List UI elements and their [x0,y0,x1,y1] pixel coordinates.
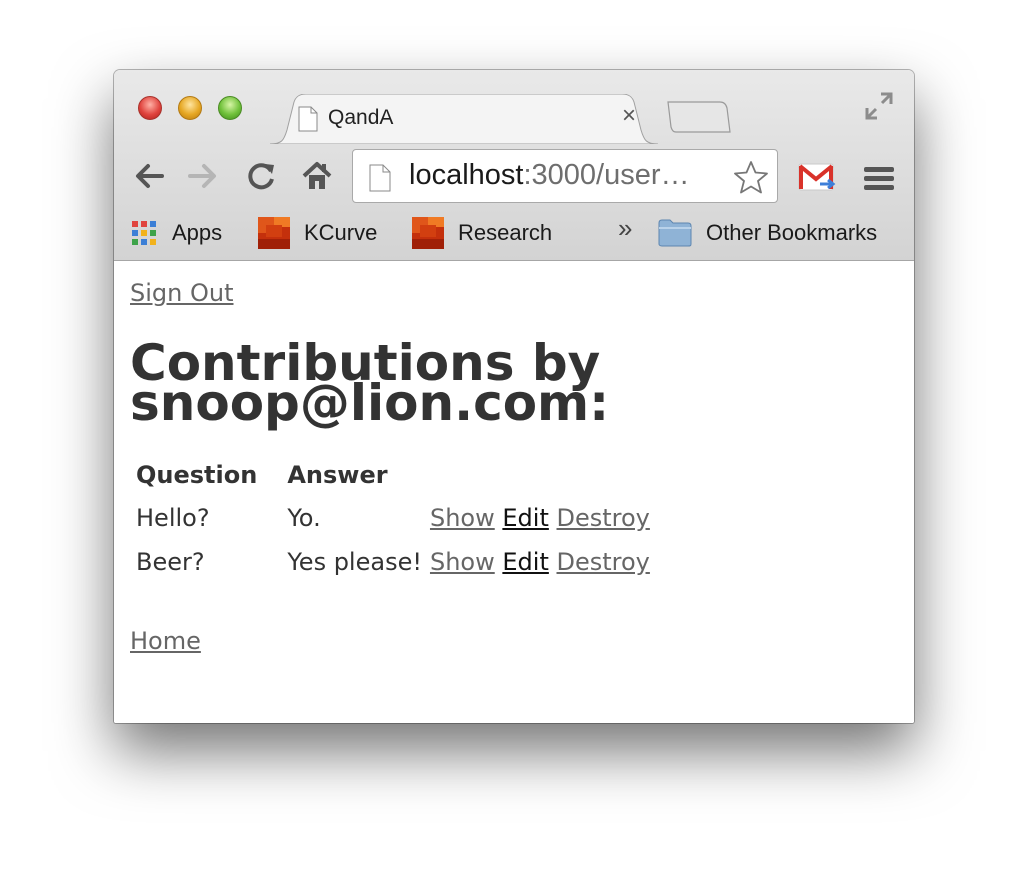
page-icon [369,164,391,192]
column-header-question: Question [136,461,258,489]
table-header-row: Question Answer [136,461,652,503]
folder-icon [658,219,692,247]
apps-grid-icon [132,221,156,245]
browser-window: QandA × localhost:3000/user… Apps KCurve… [114,70,914,723]
column-header-answer: Answer [287,461,388,489]
url-path: :3000/user… [523,159,690,191]
destroy-link[interactable]: Destroy [557,548,650,576]
answer-cell: Yo. [287,504,321,532]
contributions-table: Question Answer Hello? Yo. Show Edit Des… [130,461,658,591]
tab-qanda[interactable]: QandA × [270,94,658,144]
question-cell: Hello? [136,504,210,532]
url-text: localhost:3000/user… [409,159,690,192]
back-icon[interactable] [132,159,166,193]
table-row: Hello? Yo. Show Edit Destroy [136,503,652,547]
menu-icon[interactable] [862,165,896,193]
bookmarks-overflow-chevron[interactable]: » [618,213,632,244]
show-link[interactable]: Show [430,504,495,532]
bookmark-label: Apps [172,220,223,245]
bookmark-label: KCurve [304,220,378,245]
edit-link[interactable]: Edit [502,548,548,576]
browser-toolbar: localhost:3000/user… [114,143,914,207]
bookmarks-bar: Apps KCurve Research » Other Bookmarks [114,207,914,260]
answer-cell: Yes please! [287,548,422,576]
bookmark-label: Other Bookmarks [706,220,878,245]
bookmark-research[interactable]: Research [412,215,552,251]
bookmark-favicon-icon [258,217,290,249]
address-bar[interactable]: localhost:3000/user… [352,149,778,203]
forward-icon[interactable] [186,159,220,193]
sign-out-link[interactable]: Sign Out [130,279,234,307]
url-host: localhost [409,159,524,191]
show-link[interactable]: Show [430,548,495,576]
tab-close-icon[interactable]: × [622,104,636,128]
browser-chrome: QandA × localhost:3000/user… Apps KCurve… [114,70,914,261]
close-window-button[interactable] [138,96,162,120]
actions-cell: Show Edit Destroy [430,547,652,591]
edit-link[interactable]: Edit [502,504,548,532]
page-icon [298,106,318,132]
destroy-link[interactable]: Destroy [557,504,650,532]
table-row: Beer? Yes please! Show Edit Destroy [136,547,652,591]
bookmark-apps[interactable]: Apps [130,215,222,251]
actions-cell: Show Edit Destroy [430,503,652,547]
tab-strip: QandA × [114,70,914,144]
bookmark-label: Research [458,220,553,245]
bookmark-kcurve[interactable]: KCurve [258,215,377,251]
home-icon[interactable] [300,159,334,193]
bookmark-favicon-icon [412,217,444,249]
bookmark-star-icon[interactable] [733,160,769,194]
page-content: Sign Out Contributions by snoop@lion.com… [114,261,914,723]
home-link[interactable]: Home [130,627,201,655]
column-header-actions [430,461,652,503]
fullscreen-icon[interactable] [863,90,895,122]
page-title: Contributions by snoop@lion.com: [130,334,610,432]
tab-title: QandA [328,106,394,129]
gmail-extension-icon[interactable] [798,162,836,192]
new-tab-button[interactable] [666,100,732,134]
question-cell: Beer? [136,548,205,576]
zoom-window-button[interactable] [218,96,242,120]
bookmark-other-bookmarks[interactable]: Other Bookmarks [658,215,877,251]
minimize-window-button[interactable] [178,96,202,120]
reload-icon[interactable] [244,159,278,193]
